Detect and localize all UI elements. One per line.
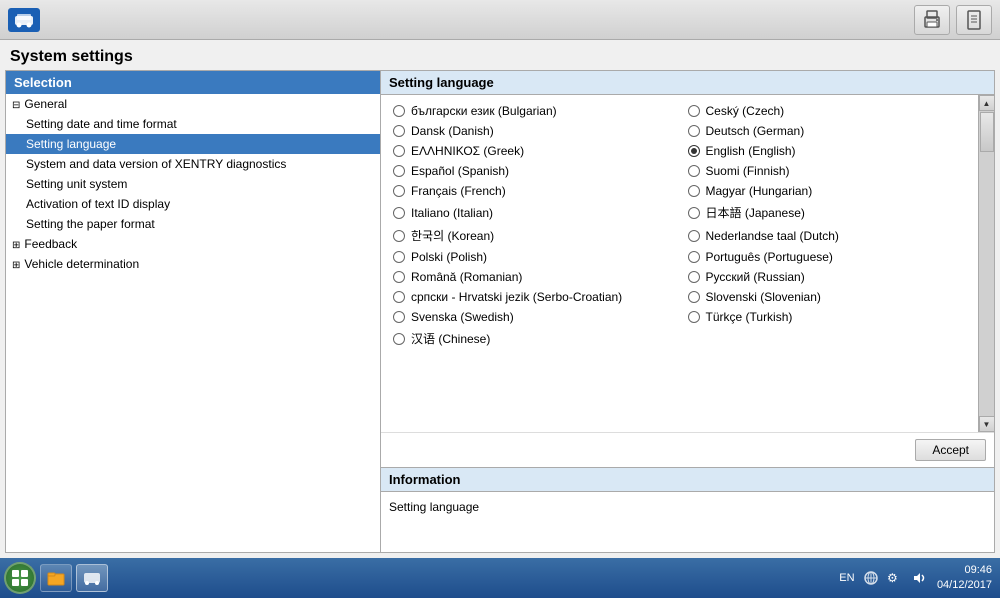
print-button[interactable] (914, 5, 950, 35)
radio-8 (393, 185, 405, 197)
network-icon (861, 568, 881, 588)
file-explorer-taskbar[interactable] (40, 564, 72, 592)
scroll-track (979, 111, 995, 416)
accept-row: Accept (381, 432, 994, 467)
taskbar-right: EN ⚙ 09:46 04/12/2017 (837, 563, 996, 594)
radio-16 (393, 271, 405, 283)
scrollbar[interactable]: ▲ ▼ (978, 95, 994, 432)
lang-item-8[interactable]: Français (French) (385, 181, 680, 201)
radio-19 (688, 291, 700, 303)
xentry-taskbar[interactable] (76, 564, 108, 592)
lang-item-12[interactable]: 한국의 (Korean) (385, 224, 680, 247)
radio-0 (393, 105, 405, 117)
radio-17 (688, 271, 700, 283)
radio-10 (393, 207, 405, 219)
titlebar-actions (914, 5, 992, 35)
start-button[interactable] (4, 562, 36, 594)
radio-20 (393, 311, 405, 323)
speaker-icon (909, 568, 929, 588)
radio-9 (688, 185, 700, 197)
radio-1 (688, 105, 700, 117)
lang-item-20[interactable]: Svenska (Swedish) (385, 307, 680, 327)
lang-item-13[interactable]: Nederlandse taal (Dutch) (680, 224, 975, 247)
radio-5 (688, 145, 700, 157)
radio-13 (688, 230, 700, 242)
radio-21 (688, 311, 700, 323)
lang-item-7[interactable]: Suomi (Finnish) (680, 161, 975, 181)
radio-4 (393, 145, 405, 157)
info-header: Information (381, 468, 994, 492)
tree-item-unit[interactable]: Setting unit system (6, 174, 380, 194)
lang-item-16[interactable]: Română (Romanian) (385, 267, 680, 287)
page-title: System settings (0, 40, 1000, 70)
lang-item-11[interactable]: 日本語 (Japanese) (680, 201, 975, 224)
lang-item-6[interactable]: Español (Spanish) (385, 161, 680, 181)
lang-item-1[interactable]: Ceský (Czech) (680, 101, 975, 121)
radio-12 (393, 230, 405, 242)
lang-item-14[interactable]: Polski (Polish) (385, 247, 680, 267)
info-section: Information Setting language (381, 467, 994, 552)
system-icon: ⚙ (885, 568, 905, 588)
app-logo (8, 8, 40, 32)
lang-item-10[interactable]: Italiano (Italian) (385, 201, 680, 224)
scroll-up[interactable]: ▲ (979, 95, 995, 111)
lang-item-15[interactable]: Português (Portuguese) (680, 247, 975, 267)
left-panel: Selection ⊟GeneralSetting date and time … (6, 71, 381, 552)
radio-2 (393, 125, 405, 137)
lang-item-2[interactable]: Dansk (Danish) (385, 121, 680, 141)
tree-item-xentry[interactable]: System and data version of XENTRY diagno… (6, 154, 380, 174)
lang-indicator: EN (837, 568, 857, 588)
lang-item-22[interactable]: 汉语 (Chinese) (385, 327, 680, 350)
titlebar (0, 0, 1000, 40)
tree-item-date-time[interactable]: Setting date and time format (6, 114, 380, 134)
info-content: Setting language (381, 492, 994, 552)
accept-button[interactable]: Accept (915, 439, 986, 461)
lang-item-17[interactable]: Русский (Russian) (680, 267, 975, 287)
radio-22 (393, 333, 405, 345)
lang-item-21[interactable]: Türkçe (Turkish) (680, 307, 975, 327)
scroll-down[interactable]: ▼ (979, 416, 995, 432)
tree: ⊟GeneralSetting date and time formatSett… (6, 94, 380, 274)
radio-6 (393, 165, 405, 177)
lang-item-18[interactable]: српски - Hrvatski jezik (Serbo-Croatian) (385, 287, 680, 307)
right-panel-header: Setting language (381, 71, 994, 95)
tree-item-textid[interactable]: Activation of text ID display (6, 194, 380, 214)
clock: 09:46 04/12/2017 (933, 563, 996, 594)
radio-3 (688, 125, 700, 137)
radio-14 (393, 251, 405, 263)
lang-item-4[interactable]: ΕΛΛΗΝΙΚΟΣ (Greek) (385, 141, 680, 161)
right-panel: Setting language български език (Bulgari… (381, 71, 994, 552)
radio-18 (393, 291, 405, 303)
radio-15 (688, 251, 700, 263)
language-grid: български език (Bulgarian)Ceský (Czech)D… (381, 95, 978, 432)
tree-item-vehicle[interactable]: ⊞Vehicle determination (6, 254, 380, 274)
scroll-thumb[interactable] (980, 112, 994, 152)
selection-header: Selection (6, 71, 380, 94)
radio-11 (688, 207, 700, 219)
lang-item-3[interactable]: Deutsch (German) (680, 121, 975, 141)
taskbar: EN ⚙ 09:46 04/12/2017 (0, 558, 1000, 598)
tree-item-language[interactable]: Setting language (6, 134, 380, 154)
lang-item-19[interactable]: Slovenski (Slovenian) (680, 287, 975, 307)
tree-item-general[interactable]: ⊟General (6, 94, 380, 114)
main-content: System settings Selection ⊟GeneralSettin… (0, 40, 1000, 558)
svg-text:⚙: ⚙ (887, 571, 898, 585)
tree-item-feedback[interactable]: ⊞Feedback (6, 234, 380, 254)
document-button[interactable] (956, 5, 992, 35)
content-area: Selection ⊟GeneralSetting date and time … (5, 70, 995, 553)
lang-item-9[interactable]: Magyar (Hungarian) (680, 181, 975, 201)
lang-item-0[interactable]: български език (Bulgarian) (385, 101, 680, 121)
lang-item-5[interactable]: English (English) (680, 141, 975, 161)
tree-item-paper[interactable]: Setting the paper format (6, 214, 380, 234)
radio-7 (688, 165, 700, 177)
